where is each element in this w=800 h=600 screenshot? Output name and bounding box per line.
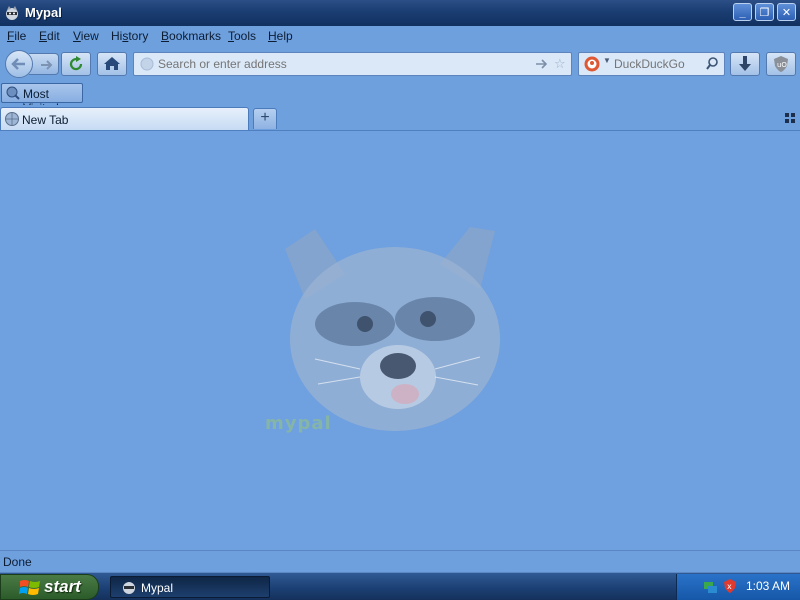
taskbar: start Mypal x 1:03 AM [0, 572, 800, 600]
star-icon[interactable]: ☆ [554, 56, 566, 72]
forward-button[interactable] [29, 53, 59, 75]
tab-strip: New Tab + [0, 105, 800, 131]
menu-view[interactable]: View [73, 29, 99, 43]
menu-bar: File Edit View History Bookmarks Tools H… [0, 26, 800, 47]
minimize-button[interactable]: _ [733, 3, 752, 21]
duckduckgo-icon[interactable] [583, 55, 601, 73]
navigation-toolbar: ☆ ▼ uO [0, 47, 800, 81]
search-bar[interactable]: ▼ [578, 52, 725, 76]
close-button[interactable]: ✕ [777, 3, 796, 21]
svg-text:x: x [727, 582, 732, 591]
tab-new-tab[interactable]: New Tab [0, 107, 249, 130]
menu-edit[interactable]: Edit [39, 29, 60, 43]
menu-file[interactable]: File [7, 29, 26, 43]
security-shield-icon[interactable]: x [722, 578, 738, 594]
window-titlebar[interactable]: Mypal _ ❐ ✕ [0, 0, 800, 27]
taskbar-item-label: Mypal [141, 581, 174, 595]
page-globe-icon [140, 57, 154, 71]
back-button[interactable] [5, 50, 33, 78]
back-arrow-icon [11, 58, 25, 70]
reload-icon [69, 56, 83, 71]
address-input[interactable] [158, 57, 528, 71]
bookmark-most-visited[interactable]: Most Visited [1, 83, 83, 115]
network-icon[interactable] [702, 578, 718, 594]
status-text: Done [3, 555, 32, 569]
desktop-screen: Mypal _ ❐ ✕ File Edit View History Bookm… [0, 0, 800, 600]
close-icon: ✕ [781, 7, 792, 19]
most-visited-icon [6, 86, 20, 100]
reload-button[interactable] [61, 52, 91, 76]
globe-icon [5, 112, 19, 126]
shield-icon: uO [774, 56, 788, 72]
clock[interactable]: 1:03 AM [746, 579, 790, 593]
new-tab-button[interactable]: + [253, 108, 277, 129]
restore-icon: ❐ [759, 7, 770, 19]
raccoon-app-icon [6, 6, 18, 20]
system-tray: x 1:03 AM [676, 574, 800, 600]
magnifier-icon[interactable] [706, 56, 722, 72]
home-button[interactable] [97, 52, 127, 76]
ublock-button[interactable]: uO [766, 52, 796, 76]
forward-arrow-icon [41, 60, 53, 70]
tab-label: New Tab [22, 113, 69, 127]
window-title: Mypal [25, 5, 62, 20]
raccoon-app-icon [123, 582, 135, 594]
mypal-watermark: mypal [265, 413, 332, 434]
windows-flag-icon [19, 580, 40, 595]
menu-tools[interactable]: Tools [228, 29, 256, 43]
bookmarks-toolbar: Most Visited [0, 81, 800, 115]
menu-history[interactable]: History [111, 29, 148, 43]
download-arrow-icon [739, 56, 751, 71]
minimize-icon: _ [739, 7, 746, 19]
start-label: start [44, 577, 81, 596]
menu-help[interactable]: Help [268, 29, 293, 43]
chevron-down-icon[interactable]: ▼ [603, 56, 611, 65]
downloads-button[interactable] [730, 52, 760, 76]
start-button[interactable]: start [0, 574, 99, 600]
taskbar-item-mypal[interactable]: Mypal [110, 576, 270, 598]
raccoon-mascot-image [285, 227, 500, 431]
restore-button[interactable]: ❐ [755, 3, 774, 21]
address-bar[interactable]: ☆ [133, 52, 572, 76]
search-input[interactable] [614, 57, 704, 71]
tab-grid-icon[interactable] [785, 113, 795, 123]
go-arrow-icon[interactable] [534, 57, 548, 71]
menu-bookmarks[interactable]: Bookmarks [161, 29, 221, 43]
svg-text:uO: uO [777, 61, 787, 69]
plus-icon: + [260, 109, 270, 126]
home-icon [104, 57, 120, 70]
page-content: mypal [0, 131, 800, 550]
back-forward-group [5, 50, 61, 78]
status-bar: Done [0, 550, 800, 573]
